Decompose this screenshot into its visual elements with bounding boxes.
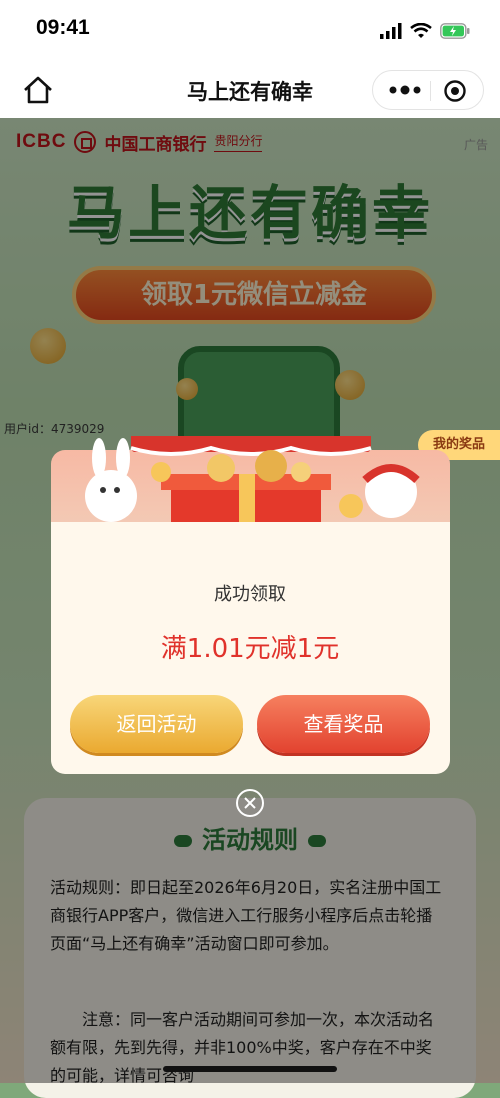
nav-bar: 马上还有确幸 bbox=[0, 62, 500, 118]
close-icon[interactable] bbox=[235, 788, 265, 818]
modal-banner bbox=[51, 436, 450, 536]
battery-icon bbox=[440, 23, 470, 39]
capsule-divider bbox=[430, 81, 431, 101]
signal-icon bbox=[380, 23, 402, 39]
back-to-activity-button[interactable]: 返回活动 bbox=[70, 695, 243, 753]
target-icon[interactable] bbox=[443, 79, 467, 103]
status-icons bbox=[380, 20, 470, 42]
status-time: 09:41 bbox=[36, 16, 90, 39]
wifi-icon bbox=[410, 23, 432, 38]
view-prize-button[interactable]: 查看奖品 bbox=[257, 695, 430, 753]
user-id: 用户id：4739029 bbox=[4, 422, 105, 436]
status-bar: 09:41 bbox=[0, 0, 500, 62]
mini-program-capsule bbox=[372, 70, 484, 110]
home-indicator bbox=[163, 1066, 337, 1072]
gift-box-illustration bbox=[85, 436, 420, 536]
success-status: 成功领取 bbox=[214, 584, 286, 605]
prize-value: 满1.01元减1元 bbox=[160, 634, 340, 664]
more-icon[interactable] bbox=[385, 80, 425, 100]
